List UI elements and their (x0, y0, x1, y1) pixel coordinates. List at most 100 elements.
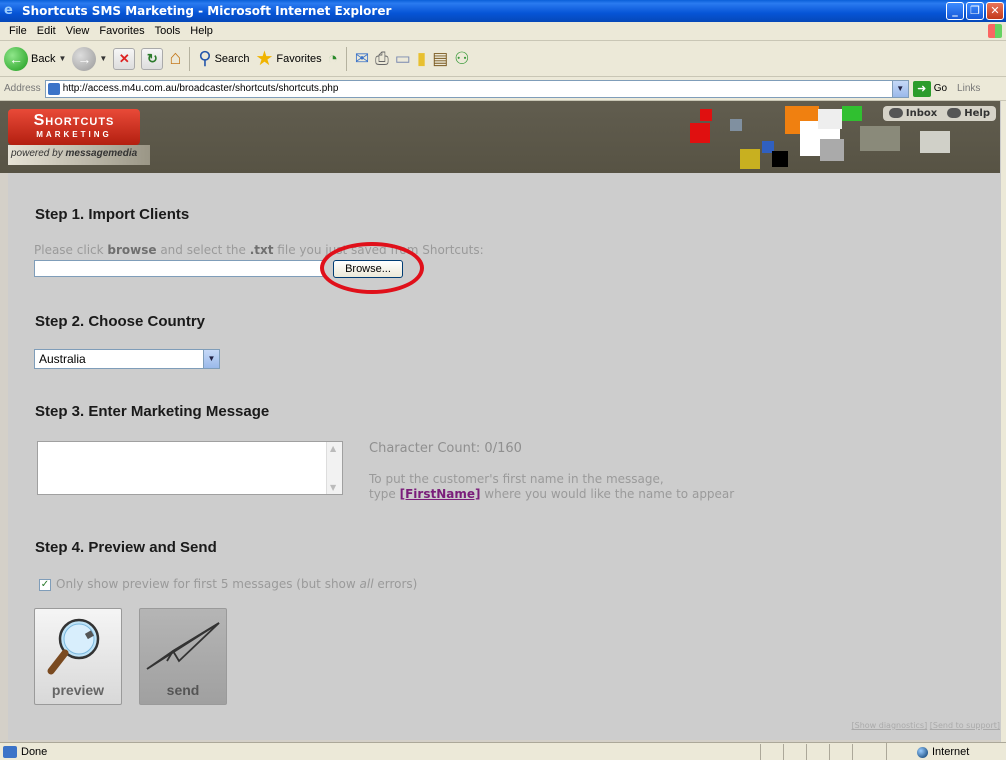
history-icon[interactable]: ◔ (328, 49, 338, 69)
decorative-pixel-art (772, 151, 788, 167)
decorative-pixel-art (690, 123, 710, 143)
status-text: Done (21, 745, 48, 758)
zone-label: Internet (932, 746, 970, 758)
country-select[interactable]: Australia ▼ (34, 349, 220, 369)
inbox-icon (888, 108, 903, 118)
help-label: Help (964, 108, 990, 119)
menu-tools[interactable]: Tools (150, 25, 186, 37)
menu-bar: File Edit View Favorites Tools Help (0, 22, 1006, 41)
star-icon: ★ (255, 48, 274, 70)
chevron-down-icon[interactable]: ▼ (99, 54, 107, 63)
chevron-down-icon[interactable]: ▼ (203, 350, 219, 368)
address-label: Address (4, 83, 41, 94)
home-icon[interactable]: ⌂ (169, 47, 181, 70)
search-label: Search (214, 52, 250, 65)
close-button[interactable]: ✕ (986, 2, 1004, 20)
magnifier-icon (47, 618, 100, 675)
page-scrollbar[interactable] (1000, 101, 1006, 742)
logo-title: Shortcuts (33, 112, 115, 129)
status-cell (783, 744, 806, 760)
logo-badge: Shortcuts MARKETING (8, 109, 140, 145)
send-button[interactable]: send (139, 608, 227, 705)
go-button[interactable]: ➜ Go (912, 80, 947, 97)
step1-hint-a: Please click (34, 243, 108, 257)
step4-title: Step 4. Preview and Send (35, 539, 217, 556)
paper-plane-icon (146, 622, 220, 670)
main-content: Step 1. Import Clients Please click brow… (8, 173, 1000, 740)
footer-links: [Show diagnostics] [Send to support] (852, 721, 1001, 730)
print-icon[interactable]: ⎙ (375, 49, 389, 69)
chevron-down-icon[interactable]: ▼ (58, 54, 66, 63)
menu-file[interactable]: File (4, 25, 32, 37)
links-button[interactable]: Links (957, 83, 980, 94)
decorative-pixel-art (920, 131, 950, 153)
edit-icon[interactable]: ▭ (395, 49, 411, 69)
status-cell (760, 744, 783, 760)
scroll-down-icon[interactable]: ▼ (330, 483, 336, 492)
minimize-button[interactable]: _ (946, 2, 964, 20)
firstname-help-line2: type [FirstName] where you would like th… (369, 487, 734, 501)
check-label-c: errors) (373, 577, 418, 591)
step1-hint-d: .txt (249, 243, 274, 257)
page-banner: Shortcuts MARKETING powered by messageme… (0, 101, 1000, 173)
step1-title: Step 1. Import Clients (35, 206, 190, 223)
back-button[interactable]: ← Back ▼ (4, 45, 66, 73)
scroll-up-icon[interactable]: ▲ (330, 444, 336, 453)
window-controls: _ ❐ ✕ (946, 2, 1004, 20)
show-diagnostics-link[interactable]: [Show diagnostics] (852, 721, 928, 730)
back-label: Back (31, 52, 56, 65)
search-button[interactable]: ⚲ Search (198, 45, 249, 73)
window-titlebar: e Shortcuts SMS Marketing - Microsoft In… (0, 0, 1006, 22)
send-to-support-link[interactable]: [Send to support] (930, 721, 1000, 730)
preview-limit-label: Only show preview for first 5 messages (… (56, 577, 417, 591)
research-icon[interactable]: ▤ (432, 49, 448, 69)
step1-hint-c: and select the (156, 243, 250, 257)
chevron-down-icon[interactable]: ▼ (891, 80, 908, 97)
decorative-pixel-art (740, 149, 760, 169)
stop-icon[interactable]: ✕ (113, 47, 136, 70)
inbox-label: Inbox (905, 108, 938, 119)
messenger-icon[interactable]: ⚇ (454, 49, 469, 69)
step2-title: Step 2. Choose Country (35, 313, 206, 330)
back-arrow-icon: ← (4, 46, 28, 71)
decorative-pixel-art (818, 109, 842, 129)
file-path-input[interactable] (34, 260, 324, 277)
page-icon (47, 82, 60, 95)
refresh-icon[interactable]: ↻ (141, 47, 164, 70)
go-arrow-icon: ➜ (912, 80, 931, 97)
globe-icon (917, 746, 928, 758)
status-cell (806, 744, 829, 760)
help-icon (947, 108, 962, 118)
address-url: http://access.m4u.com.au/broadcaster/sho… (62, 83, 339, 94)
decorative-pixel-art (860, 126, 900, 151)
help-rest: where you would like the name to appear (480, 487, 735, 501)
status-cell (829, 744, 852, 760)
country-value: Australia (39, 352, 86, 366)
maximize-button[interactable]: ❐ (966, 2, 984, 20)
highlight-circle (320, 242, 424, 294)
firstname-token-link[interactable]: [FirstName] (400, 487, 481, 501)
menu-edit[interactable]: Edit (32, 25, 61, 37)
menu-favorites[interactable]: Favorites (94, 25, 149, 37)
favorites-button[interactable]: ★ Favorites (255, 45, 321, 73)
forward-button[interactable]: → ▼ (72, 45, 107, 73)
powered-prefix: powered by (11, 148, 66, 159)
menu-view[interactable]: View (61, 25, 95, 37)
message-textarea[interactable]: ▲ ▼ (37, 441, 343, 495)
decorative-pixel-art (700, 109, 712, 121)
textarea-scrollbar[interactable]: ▲ ▼ (326, 442, 342, 494)
check-label-b: all (359, 577, 374, 591)
preview-limit-checkbox[interactable]: ✓ (39, 579, 51, 591)
preview-button[interactable]: preview (34, 608, 122, 705)
inbox-link[interactable]: Inbox (888, 108, 938, 119)
window-title: Shortcuts SMS Marketing - Microsoft Inte… (22, 4, 392, 18)
step3-title: Step 3. Enter Marketing Message (35, 403, 270, 420)
discuss-icon[interactable]: ▮ (417, 49, 426, 69)
menu-help[interactable]: Help (185, 25, 218, 37)
address-input[interactable]: http://access.m4u.com.au/broadcaster/sho… (44, 79, 909, 98)
mail-icon[interactable]: ✉ (355, 49, 369, 69)
character-count: Character Count: 0/160 (369, 441, 522, 456)
shortcuts-logo[interactable]: Shortcuts MARKETING powered by messageme… (8, 109, 150, 167)
check-label-a: Only show preview for first 5 messages (… (56, 577, 360, 591)
help-link[interactable]: Help (947, 108, 990, 119)
